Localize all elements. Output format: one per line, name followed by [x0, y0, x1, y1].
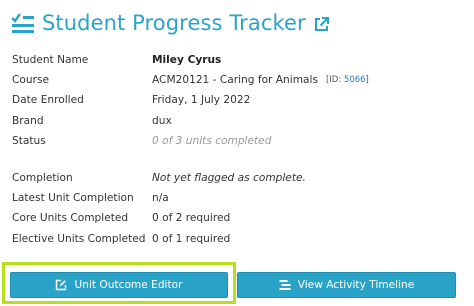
status-label: Status	[12, 134, 46, 147]
date-enrolled-row: Date Enrolled Friday, 1 July 2022	[12, 90, 462, 110]
brand-value: dux	[152, 114, 172, 127]
student-name-row: Student Name Miley Cyrus	[12, 50, 462, 70]
course-row: Course ACM20121 - Caring for Animals [ID…	[12, 70, 462, 90]
core-units-label: Core Units Completed	[12, 212, 129, 225]
page-header: Student Progress Tracker	[10, 6, 330, 40]
elective-units-label: Elective Units Completed	[12, 232, 146, 245]
status-row: Status 0 of 3 units completed	[12, 131, 462, 151]
course-label: Course	[12, 74, 49, 87]
view-activity-timeline-label: View Activity Timeline	[297, 279, 415, 291]
course-id-tag: [ID: 5066]	[326, 75, 369, 85]
date-enrolled-value: Friday, 1 July 2022	[152, 94, 251, 107]
latest-unit-value: n/a	[152, 192, 169, 205]
brand-label: Brand	[12, 114, 44, 127]
unit-outcome-editor-label: Unit Outcome Editor	[74, 279, 183, 291]
timeline-icon	[279, 280, 291, 290]
view-activity-timeline-button[interactable]: View Activity Timeline	[237, 272, 456, 298]
completion-value: Not yet flagged as complete.	[152, 172, 306, 185]
completion-row: Completion Not yet flagged as complete.	[12, 168, 462, 188]
status-value: 0 of 3 units completed	[152, 134, 272, 147]
course-value: ACM20121 - Caring for Animals	[152, 74, 318, 87]
completion-label: Completion	[12, 172, 73, 185]
student-name-label: Student Name	[12, 54, 89, 67]
core-units-value: 0 of 2 required	[152, 212, 231, 225]
elective-units-value: 0 of 1 required	[152, 232, 231, 245]
checklist-icon	[11, 13, 34, 33]
course-id-suffix: ]	[365, 75, 369, 86]
brand-row: Brand dux	[12, 111, 462, 131]
page-title: Student Progress Tracker	[42, 11, 306, 35]
core-units-row: Core Units Completed 0 of 2 required	[12, 208, 462, 228]
student-name-value: Miley Cyrus	[152, 54, 222, 67]
latest-unit-label: Latest Unit Completion	[12, 192, 134, 205]
edit-icon	[56, 279, 67, 291]
external-link-icon[interactable]	[313, 16, 330, 33]
date-enrolled-label: Date Enrolled	[12, 94, 84, 107]
course-id-link[interactable]: 5066	[344, 75, 366, 85]
course-id-prefix: [ID:	[325, 75, 342, 86]
latest-unit-row: Latest Unit Completion n/a	[12, 188, 462, 208]
elective-units-row: Elective Units Completed 0 of 1 required	[12, 229, 462, 249]
unit-outcome-editor-button[interactable]: Unit Outcome Editor	[10, 272, 228, 298]
student-info-panel: Student Name Miley Cyrus Course ACM20121…	[12, 50, 462, 249]
